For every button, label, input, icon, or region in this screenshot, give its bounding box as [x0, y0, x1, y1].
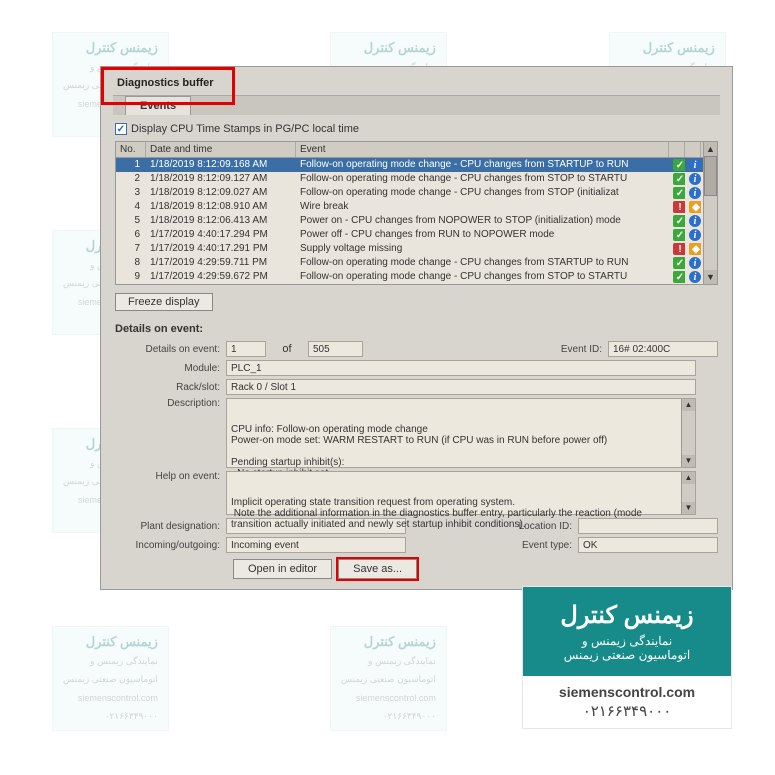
cell-no: 8 — [116, 256, 146, 270]
field-module: PLC_1 — [226, 360, 696, 376]
details-title: Details on event: — [115, 323, 718, 335]
status-icon-1: ✓ — [669, 270, 685, 284]
table-row[interactable]: 21/18/2019 8:12:09.127 AMFollow-on opera… — [116, 172, 717, 186]
cell-no: 1 — [116, 158, 146, 172]
cell-event: Supply voltage missing — [296, 242, 669, 256]
status-icon-1: ✓ — [669, 228, 685, 242]
cell-event: Follow-on operating mode change - CPU ch… — [296, 172, 669, 186]
cell-datetime: 1/18/2019 8:12:08.910 AM — [146, 200, 296, 214]
watermark: زیمنس کنترلنمایندگی زیمنس واتوماسیون صنع… — [330, 626, 447, 731]
cell-no: 2 — [116, 172, 146, 186]
cell-datetime: 1/18/2019 8:12:09.027 AM — [146, 186, 296, 200]
status-icon-2: i — [685, 214, 701, 228]
table-row[interactable]: 91/17/2019 4:29:59.672 PMFollow-on opera… — [116, 270, 717, 284]
label-event-id: Event ID: — [542, 344, 602, 355]
table-header: No. Date and time Event — [116, 142, 717, 158]
checkbox-local-time[interactable]: ✓ — [115, 123, 127, 135]
tab-diagnostics-buffer[interactable]: Diagnostics buffer — [113, 75, 720, 93]
watermark: زیمنس کنترلنمایندگی زیمنس واتوماسیون صنع… — [52, 626, 169, 731]
cell-no: 5 — [116, 214, 146, 228]
field-help[interactable]: Implicit operating state transition requ… — [226, 471, 696, 515]
status-icon-1: ✓ — [669, 186, 685, 200]
label-plant: Plant designation: — [115, 521, 220, 532]
table-scrollbar[interactable]: ▲ ▼ — [703, 142, 717, 284]
cell-datetime: 1/17/2019 4:40:17.294 PM — [146, 228, 296, 242]
table-row[interactable]: 81/17/2019 4:29:59.711 PMFollow-on opera… — [116, 256, 717, 270]
cell-event: Follow-on operating mode change - CPU ch… — [296, 270, 669, 284]
cell-event: Power on - CPU changes from NOPOWER to S… — [296, 214, 669, 228]
cell-no: 6 — [116, 228, 146, 242]
table-body: 11/18/2019 8:12:09.168 AMFollow-on opera… — [116, 158, 717, 284]
label-incoming: Incoming/outgoing: — [115, 540, 220, 551]
field-total-events: 505 — [308, 341, 363, 357]
label-description: Description: — [115, 398, 220, 409]
cell-no: 9 — [116, 270, 146, 284]
cell-datetime: 1/18/2019 8:12:09.127 AM — [146, 172, 296, 186]
brand-title: زیمنس کنترل — [531, 601, 723, 630]
status-icon-1: ! — [669, 242, 685, 256]
freeze-display-button[interactable]: Freeze display — [115, 293, 213, 311]
status-icon-1: ✓ — [669, 172, 685, 186]
cell-datetime: 1/17/2019 4:40:17.291 PM — [146, 242, 296, 256]
table-row[interactable]: 61/17/2019 4:40:17.294 PMPower off - CPU… — [116, 228, 717, 242]
cell-event: Power off - CPU changes from RUN to NOPO… — [296, 228, 669, 242]
diagnostics-panel: Diagnostics buffer Events ✓ Display CPU … — [100, 66, 733, 590]
cell-event: Follow-on operating mode change - CPU ch… — [296, 186, 669, 200]
table-row[interactable]: 41/18/2019 8:12:08.910 AMWire break!◆ — [116, 200, 717, 214]
field-rackslot: Rack 0 / Slot 1 — [226, 379, 696, 395]
label-rackslot: Rack/slot: — [115, 382, 220, 393]
label-of: of — [272, 343, 302, 355]
cell-no: 3 — [116, 186, 146, 200]
th-no: No. — [116, 142, 146, 157]
status-icon-2: i — [685, 172, 701, 186]
status-icon-2: ◆ — [685, 242, 701, 256]
label-details-on-event: Details on event: — [115, 344, 220, 355]
th-event: Event — [296, 142, 669, 157]
brand-sub1: نمایندگی زیمنس و — [531, 634, 723, 648]
table-row[interactable]: 51/18/2019 8:12:06.413 AMPower on - CPU … — [116, 214, 717, 228]
table-row[interactable]: 31/18/2019 8:12:09.027 AMFollow-on opera… — [116, 186, 717, 200]
cell-no: 4 — [116, 200, 146, 214]
table-row[interactable]: 71/17/2019 4:40:17.291 PMSupply voltage … — [116, 242, 717, 256]
scroll-up-icon[interactable]: ▲ — [704, 142, 717, 156]
events-table: No. Date and time Event 11/18/2019 8:12:… — [115, 141, 718, 285]
help-scrollbar[interactable]: ▲▼ — [681, 472, 695, 514]
cell-datetime: 1/17/2019 4:29:59.711 PM — [146, 256, 296, 270]
field-description[interactable]: CPU info: Follow-on operating mode chang… — [226, 398, 696, 468]
brand-phone: ۰۲۱۶۶۳۴۹۰۰۰ — [531, 702, 723, 720]
status-icon-1: ✓ — [669, 256, 685, 270]
cell-event: Follow-on operating mode change - CPU ch… — [296, 158, 669, 172]
table-row[interactable]: 11/18/2019 8:12:09.168 AMFollow-on opera… — [116, 158, 717, 172]
cell-datetime: 1/18/2019 8:12:06.413 AM — [146, 214, 296, 228]
status-icon-1: ✓ — [669, 214, 685, 228]
details-section: Details on event: Details on event: 1 of… — [101, 317, 732, 589]
field-event-id: 16# 02:400C — [608, 341, 718, 357]
status-icon-1: ✓ — [669, 158, 685, 172]
status-icon-2: ◆ — [685, 200, 701, 214]
cell-datetime: 1/18/2019 8:12:09.168 AM — [146, 158, 296, 172]
label-help: Help on event: — [115, 471, 220, 482]
status-icon-2: i — [685, 158, 701, 172]
cell-datetime: 1/17/2019 4:29:59.672 PM — [146, 270, 296, 284]
cell-event: Follow-on operating mode change - CPU ch… — [296, 256, 669, 270]
brand-url: siemenscontrol.com — [531, 684, 723, 700]
status-icon-2: i — [685, 270, 701, 284]
brand-card: زیمنس کنترل نمایندگی زیمنس و اتوماسیون ص… — [522, 586, 732, 729]
status-icon-2: i — [685, 186, 701, 200]
tab-events[interactable]: Events — [125, 96, 191, 115]
brand-sub2: اتوماسیون صنعتی زیمنس — [531, 648, 723, 662]
status-icon-1: ! — [669, 200, 685, 214]
cell-event: Wire break — [296, 200, 669, 214]
scroll-thumb[interactable] — [704, 156, 717, 196]
status-icon-2: i — [685, 256, 701, 270]
description-scrollbar[interactable]: ▲▼ — [681, 399, 695, 467]
cell-no: 7 — [116, 242, 146, 256]
field-current-event: 1 — [226, 341, 266, 357]
scroll-down-icon[interactable]: ▼ — [704, 270, 717, 284]
checkbox-label: Display CPU Time Stamps in PG/PC local t… — [131, 123, 359, 135]
label-module: Module: — [115, 363, 220, 374]
th-datetime: Date and time — [146, 142, 296, 157]
status-icon-2: i — [685, 228, 701, 242]
